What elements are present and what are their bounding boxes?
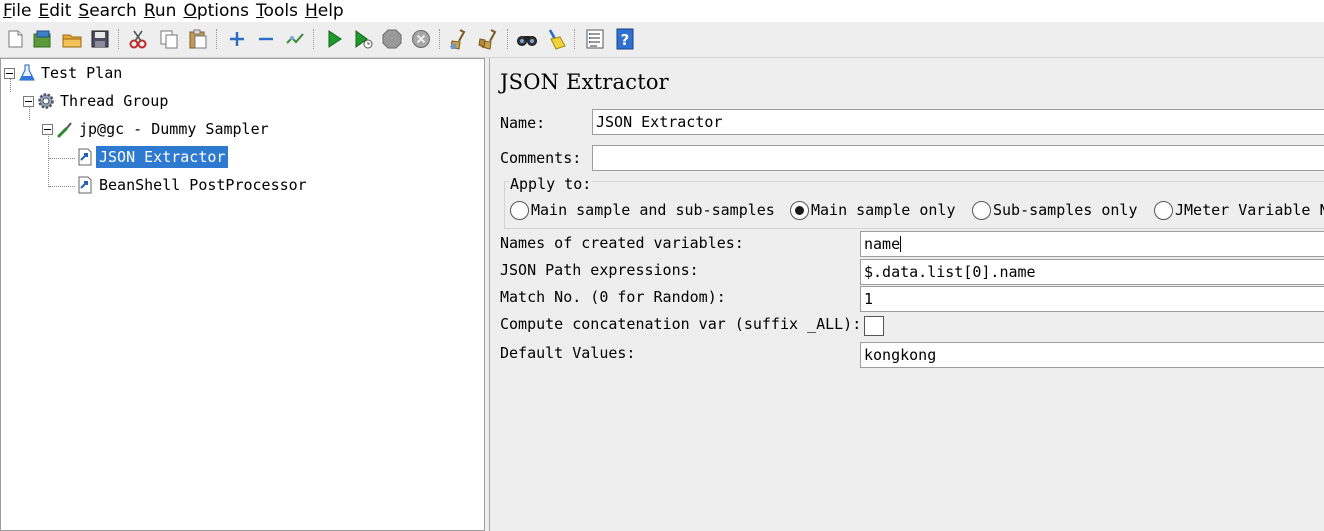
menu-search[interactable]: Search <box>75 1 140 21</box>
tree-node-test-plan[interactable]: Test Plan <box>4 61 125 85</box>
new-icon[interactable] <box>4 28 26 50</box>
menu-run[interactable]: Run <box>141 1 181 21</box>
tree-node-json-extractor[interactable]: JSON Extractor <box>76 145 229 169</box>
expand-icon[interactable] <box>226 28 248 50</box>
default-values-input[interactable]: kongkong <box>860 342 1324 368</box>
menu-edit[interactable]: Edit <box>35 1 75 21</box>
menu-help[interactable]: Help <box>302 1 348 21</box>
collapse-icon[interactable] <box>255 28 277 50</box>
menu-file[interactable]: File <box>0 1 35 21</box>
radio-sub-samples-only[interactable]: Sub-samples only <box>972 200 1138 220</box>
split-pane-divider[interactable] <box>485 58 490 531</box>
cut-icon[interactable] <box>127 28 149 50</box>
paste-icon[interactable] <box>187 28 209 50</box>
match-no-label: Match No. (0 for Random): <box>500 288 726 306</box>
radio-main-and-sub-samples[interactable]: Main sample and sub-samples <box>510 200 775 220</box>
tree-node-label: jp@gc - Dummy Sampler <box>79 120 269 138</box>
function-helper-icon[interactable] <box>584 28 606 50</box>
open-icon[interactable] <box>61 28 83 50</box>
menu-options[interactable]: Options <box>180 1 253 21</box>
start-no-pauses-icon[interactable] <box>352 28 374 50</box>
templates-icon[interactable] <box>31 28 53 50</box>
stop-icon[interactable] <box>381 28 403 50</box>
post-processor-icon <box>76 176 94 194</box>
panel-title: JSON Extractor <box>500 70 669 94</box>
tree-node-label: JSON Extractor <box>96 146 229 168</box>
apply-to-legend: Apply to: <box>509 175 593 193</box>
comments-label: Comments: <box>500 149 582 167</box>
tree-node-beanshell-postprocessor[interactable]: BeanShell PostProcessor <box>76 173 310 197</box>
collapse-toggle[interactable] <box>23 95 34 107</box>
collapse-toggle[interactable] <box>42 123 53 135</box>
radio-main-sample-only[interactable]: Main sample only <box>790 200 956 220</box>
test-plan-tree[interactable]: Test Plan Thread Group jp@gc - Dummy Sam… <box>0 58 485 531</box>
radio-label: Main sample and sub-samples <box>531 201 775 219</box>
compute-concat-label: Compute concatenation var (suffix _ALL): <box>500 315 862 333</box>
radio-button[interactable] <box>790 200 809 220</box>
default-values-label: Default Values: <box>500 344 636 362</box>
variable-names-input[interactable]: name <box>860 231 1324 257</box>
post-processor-icon <box>76 148 94 166</box>
tree-node-label: BeanShell PostProcessor <box>99 176 307 194</box>
radio-label: Main sample only <box>811 201 956 219</box>
radio-jmeter-variable[interactable]: JMeter Variable N <box>1154 200 1324 220</box>
gear-icon <box>37 92 55 110</box>
clear-icon[interactable] <box>448 28 470 50</box>
comments-input[interactable] <box>592 145 1324 171</box>
save-icon[interactable] <box>89 28 111 50</box>
match-no-input[interactable]: 1 <box>860 286 1324 312</box>
variable-names-label: Names of created variables: <box>500 234 744 252</box>
radio-button[interactable] <box>972 200 991 220</box>
collapse-toggle[interactable] <box>4 67 15 79</box>
menu-bar: File Edit Search Run Options Tools Help <box>0 0 1324 22</box>
tree-node-label: Thread Group <box>60 92 169 110</box>
json-path-input[interactable]: $.data.list[0].name <box>860 259 1324 285</box>
start-icon[interactable] <box>323 28 345 50</box>
compute-concat-checkbox[interactable] <box>864 316 884 336</box>
toolbar: ? <box>0 22 1324 58</box>
toggle-icon[interactable] <box>284 28 306 50</box>
menu-tools[interactable]: Tools <box>253 1 302 21</box>
name-input[interactable]: JSON Extractor <box>592 109 1324 135</box>
clear-all-icon[interactable] <box>477 28 499 50</box>
help-icon[interactable]: ? <box>614 28 636 50</box>
tree-node-label: Test Plan <box>41 64 123 82</box>
radio-button[interactable] <box>1154 200 1173 220</box>
reset-search-icon[interactable] <box>545 28 567 50</box>
svg-text:?: ? <box>621 31 630 49</box>
tree-node-thread-group[interactable]: Thread Group <box>23 89 171 113</box>
json-extractor-panel: JSON Extractor Name: JSON Extractor Comm… <box>491 58 1324 531</box>
tree-node-dummy-sampler[interactable]: jp@gc - Dummy Sampler <box>42 117 272 141</box>
name-label: Name: <box>500 114 546 132</box>
radio-button[interactable] <box>510 200 529 220</box>
shutdown-icon[interactable] <box>410 28 432 50</box>
radio-label: Sub-samples only <box>993 201 1138 219</box>
search-icon[interactable] <box>516 28 538 50</box>
pipette-icon <box>56 120 74 138</box>
flask-icon <box>18 64 36 82</box>
copy-icon[interactable] <box>158 28 180 50</box>
json-path-label: JSON Path expressions: <box>500 261 699 279</box>
radio-label: JMeter Variable N <box>1175 201 1324 219</box>
